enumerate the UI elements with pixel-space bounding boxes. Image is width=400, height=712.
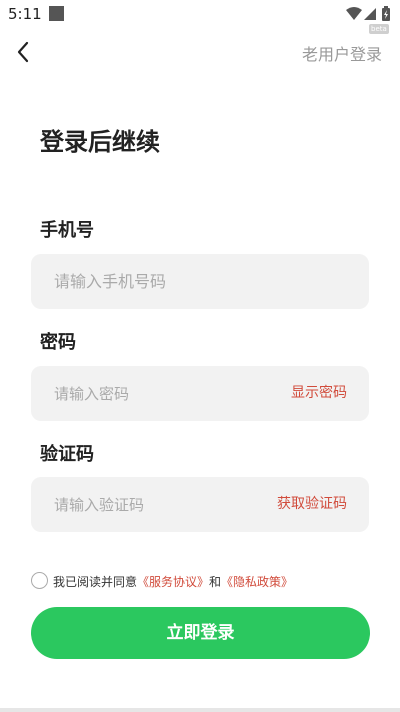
bottom-edge [0,708,400,712]
wifi-icon [346,7,362,20]
notification-icon [49,6,64,21]
password-label: 密码 [40,332,76,353]
code-field[interactable]: 获取验证码 [31,477,369,532]
status-icons [346,6,392,22]
code-label: 验证码 [40,444,94,465]
status-bar: 5:11 [0,0,400,28]
agreement-text: 我已阅读并同意《服务协议》和《隐私政策》 [53,573,293,590]
agreement-checkbox[interactable] [31,572,48,589]
agreement-conj: 和 [209,575,222,589]
beta-tag: beta [369,24,389,34]
phone-label: 手机号 [40,220,94,241]
old-user-login-link[interactable]: 老用户登录 [302,41,382,65]
phone-input[interactable] [54,254,274,309]
show-password-button[interactable]: 显示密码 [291,366,347,421]
password-input[interactable] [54,366,274,421]
back-button[interactable] [14,40,34,64]
code-input[interactable] [54,477,274,532]
agreement-prefix: 我已阅读并同意 [53,575,138,589]
signal-icon [364,8,376,20]
battery-icon [382,6,390,21]
page-title: 登录后继续 [40,128,160,156]
service-agreement-link[interactable]: 《服务协议》 [137,575,209,589]
phone-field[interactable] [31,254,369,309]
privacy-policy-link[interactable]: 《隐私政策》 [221,575,293,589]
get-code-button[interactable]: 获取验证码 [277,477,347,532]
login-button[interactable]: 立即登录 [31,607,370,659]
password-field[interactable]: 显示密码 [31,366,369,421]
chevron-left-icon [17,41,29,63]
status-time: 5:11 [8,5,42,23]
